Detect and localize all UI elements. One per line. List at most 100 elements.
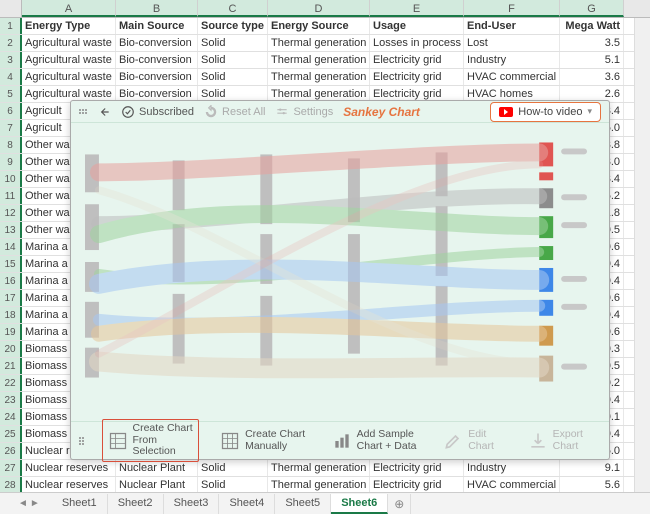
cell[interactable]: Lost	[464, 35, 560, 51]
cell[interactable]: Industry	[464, 52, 560, 68]
cell[interactable]: Nuclear Plant	[116, 460, 198, 476]
row-header[interactable]: 20	[0, 341, 22, 357]
sheet-tab[interactable]: Sheet4	[219, 494, 275, 514]
cell[interactable]: Thermal generation	[268, 477, 370, 493]
settings-button[interactable]: Settings	[275, 105, 333, 119]
cell[interactable]: Solid	[198, 52, 268, 68]
header-cell[interactable]: Usage	[370, 18, 464, 34]
row-header[interactable]: 11	[0, 188, 22, 204]
row-header[interactable]: 14	[0, 239, 22, 255]
tab-prev-icon[interactable]: ◄	[18, 498, 28, 509]
cell[interactable]: Electricity grid	[370, 460, 464, 476]
cell[interactable]: Nuclear reserves	[22, 460, 116, 476]
row-header[interactable]: 18	[0, 307, 22, 323]
col-header-D[interactable]: D	[268, 0, 370, 17]
drag-handle-icon[interactable]	[79, 437, 86, 445]
cell[interactable]: 3.6	[560, 69, 624, 85]
cell[interactable]: Solid	[198, 69, 268, 85]
howto-video-button[interactable]: How-to video ▾	[490, 102, 601, 122]
tab-nav-arrows[interactable]: ◄►	[18, 498, 40, 509]
row-header[interactable]: 23	[0, 392, 22, 408]
row-header[interactable]: 7	[0, 120, 22, 136]
export-chart-button[interactable]: Export Chart	[523, 426, 601, 455]
row-header[interactable]: 16	[0, 273, 22, 289]
cell[interactable]: Nuclear reserves	[22, 477, 116, 493]
cell[interactable]: Agricultural waste	[22, 52, 116, 68]
cell[interactable]: Agricultural waste	[22, 35, 116, 51]
cell[interactable]: Electricity grid	[370, 69, 464, 85]
row-header[interactable]: 24	[0, 409, 22, 425]
row-header[interactable]: 3	[0, 52, 22, 68]
col-header-F[interactable]: F	[464, 0, 560, 17]
col-header-C[interactable]: C	[198, 0, 268, 17]
sheet-tab[interactable]: Sheet2	[108, 494, 164, 514]
add-sample-chart-button[interactable]: Add Sample Chart + Data	[327, 426, 423, 455]
drag-handle-icon[interactable]	[79, 109, 87, 114]
sheet-tab[interactable]: Sheet6	[331, 494, 388, 514]
row-header[interactable]: 27	[0, 460, 22, 476]
cell[interactable]: 9.1	[560, 460, 624, 476]
row-header[interactable]: 17	[0, 290, 22, 306]
cell[interactable]: Electricity grid	[370, 52, 464, 68]
cell[interactable]: 5.6	[560, 477, 624, 493]
cell[interactable]: Losses in process	[370, 35, 464, 51]
header-cell[interactable]: Source type	[198, 18, 268, 34]
cell[interactable]: 3.5	[560, 35, 624, 51]
row-header[interactable]: 22	[0, 375, 22, 391]
row-header[interactable]: 1	[0, 18, 22, 34]
cell[interactable]: Agricultural waste	[22, 69, 116, 85]
sheet-tab[interactable]: Sheet3	[164, 494, 220, 514]
col-header-A[interactable]: A	[22, 0, 116, 17]
cell[interactable]: Solid	[198, 477, 268, 493]
row-header[interactable]: 4	[0, 69, 22, 85]
add-sheet-button[interactable]: ⊕	[388, 494, 411, 514]
col-header-E[interactable]: E	[370, 0, 464, 17]
header-cell[interactable]: End-User	[464, 18, 560, 34]
row-header[interactable]: 9	[0, 154, 22, 170]
header-cell[interactable]: Energy Source	[268, 18, 370, 34]
cell[interactable]: Bio-conversion	[116, 35, 198, 51]
cell[interactable]: Solid	[198, 460, 268, 476]
row-header[interactable]: 2	[0, 35, 22, 51]
sheet-tab[interactable]: Sheet5	[275, 494, 331, 514]
row-header[interactable]: 6	[0, 103, 22, 119]
row-header[interactable]: 10	[0, 171, 22, 187]
cell[interactable]: 5.1	[560, 52, 624, 68]
reset-all-button[interactable]: Reset All	[204, 105, 265, 119]
cell[interactable]: Thermal generation	[268, 460, 370, 476]
row-header[interactable]: 26	[0, 443, 22, 459]
cell[interactable]: HVAC commercial	[464, 477, 560, 493]
subscribed-button[interactable]: Subscribed	[121, 105, 194, 119]
sheet-tab[interactable]: Sheet1	[52, 494, 108, 514]
row-header[interactable]: 13	[0, 222, 22, 238]
header-cell[interactable]: Mega Watt	[560, 18, 624, 34]
cell[interactable]: Thermal generation	[268, 69, 370, 85]
header-cell[interactable]: Energy Type	[22, 18, 116, 34]
row-header[interactable]: 19	[0, 324, 22, 340]
cell[interactable]: Bio-conversion	[116, 52, 198, 68]
cell[interactable]: Electricity grid	[370, 477, 464, 493]
cell[interactable]: Thermal generation	[268, 52, 370, 68]
cell[interactable]: Thermal generation	[268, 35, 370, 51]
row-header[interactable]: 12	[0, 205, 22, 221]
cell[interactable]: Solid	[198, 35, 268, 51]
row-header[interactable]: 8	[0, 137, 22, 153]
cell[interactable]: Bio-conversion	[116, 69, 198, 85]
tab-next-icon[interactable]: ►	[30, 498, 40, 509]
edit-chart-button[interactable]: Edit Chart	[438, 426, 506, 455]
row-header[interactable]: 15	[0, 256, 22, 272]
row-header[interactable]: 5	[0, 86, 22, 102]
col-header-B[interactable]: B	[116, 0, 198, 17]
create-chart-from-selection-button[interactable]: Create Chart From Selection	[102, 419, 200, 462]
header-cell[interactable]: Main Source	[116, 18, 198, 34]
select-all-corner[interactable]	[0, 0, 22, 17]
cell[interactable]: Industry	[464, 460, 560, 476]
col-header-G[interactable]: G	[560, 0, 624, 17]
create-chart-manually-button[interactable]: Create Chart Manually	[215, 426, 311, 455]
row-header[interactable]: 28	[0, 477, 22, 493]
vertical-scrollbar[interactable]	[634, 18, 650, 492]
cell[interactable]: Nuclear Plant	[116, 477, 198, 493]
row-header[interactable]: 25	[0, 426, 22, 442]
cell[interactable]: HVAC commercial	[464, 69, 560, 85]
back-button[interactable]	[97, 105, 111, 119]
